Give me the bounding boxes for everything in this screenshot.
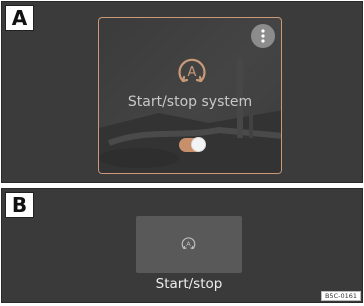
panel-label-a: A [5, 5, 34, 31]
start-stop-label: Start/stop [155, 276, 223, 292]
more-vertical-icon [261, 29, 265, 43]
start-stop-tile[interactable]: A Start/stop [136, 216, 242, 292]
svg-text:A: A [186, 240, 191, 248]
panel-b: B A Start/stop B5C-0161 [1, 188, 363, 303]
svg-text:A: A [188, 65, 197, 80]
start-stop-toggle[interactable] [179, 137, 206, 152]
start-stop-icon: A [181, 237, 196, 250]
more-options-button[interactable] [251, 24, 275, 48]
image-code: B5C-0161 [320, 291, 361, 301]
start-stop-system-tile[interactable]: A Start/stop system [98, 17, 282, 174]
start-stop-system-label: Start/stop system [127, 94, 253, 110]
toggle-knob [191, 137, 206, 152]
start-stop-icon: A [178, 58, 206, 83]
panel-label-b: B [5, 192, 34, 218]
panel-a: A A Start/stop system [1, 1, 363, 183]
